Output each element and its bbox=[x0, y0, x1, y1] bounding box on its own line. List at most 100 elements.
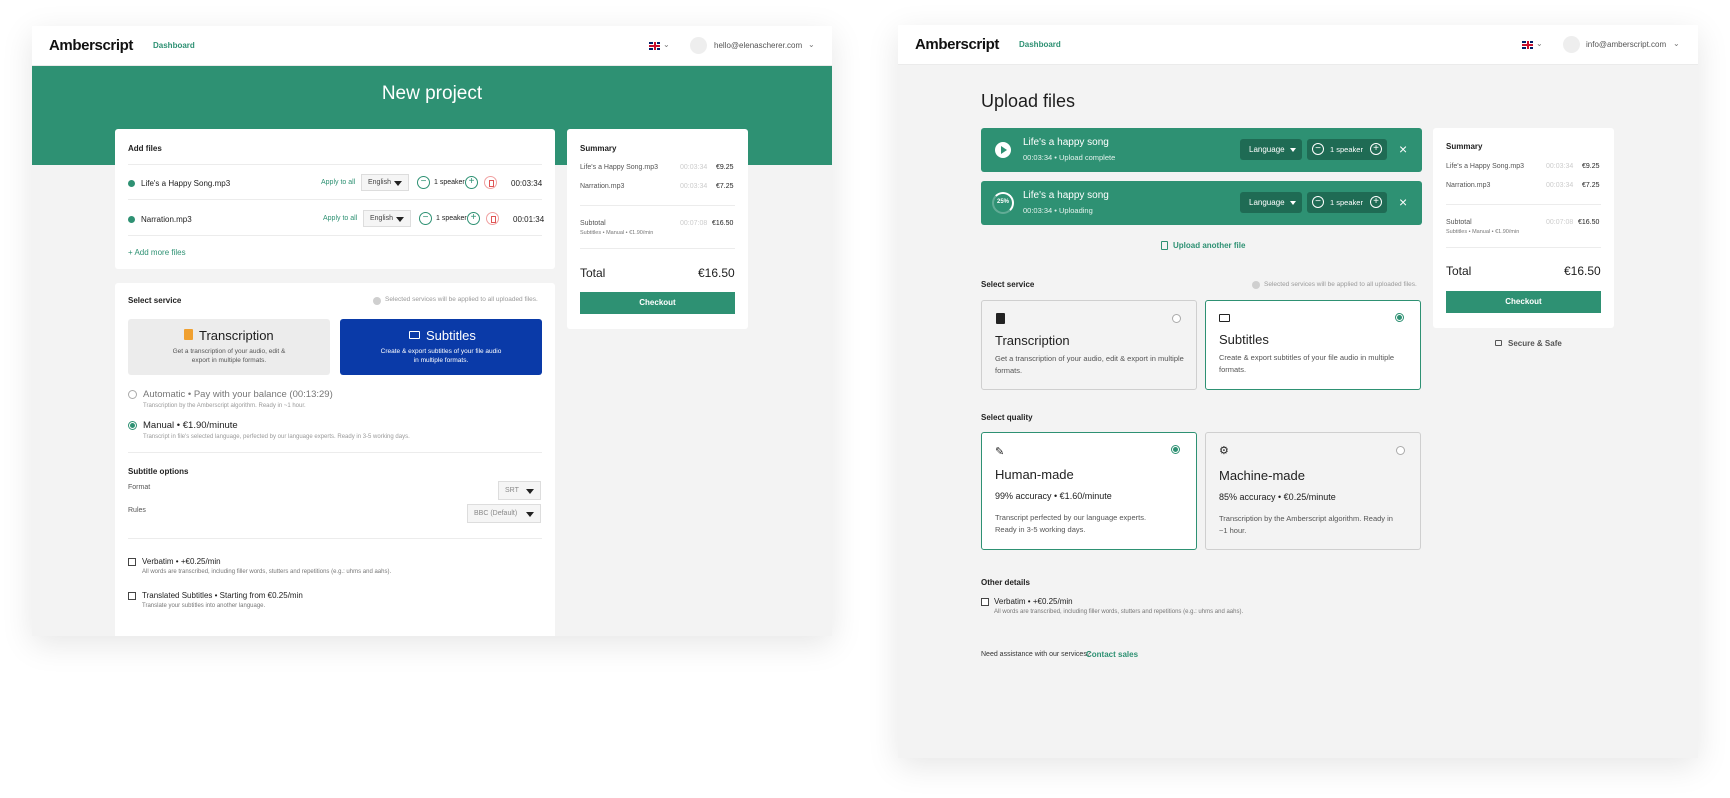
pen-icon: ✎ bbox=[995, 446, 1005, 458]
subtitles-option[interactable]: Subtitles Create & export subtitles of y… bbox=[340, 319, 542, 375]
new-project-screen: Amberscript Dashboard ⌄ hello@elenascher… bbox=[32, 26, 832, 636]
upload-another-link[interactable]: Upload another file bbox=[1173, 241, 1245, 250]
subtitles-radio[interactable] bbox=[1395, 313, 1404, 322]
nav-dashboard-link[interactable]: Dashboard bbox=[153, 41, 195, 50]
chevron-down-icon[interactable]: ⌄ bbox=[663, 40, 670, 49]
chevron-down-icon[interactable]: ⌄ bbox=[1536, 39, 1543, 48]
user-email[interactable]: info@amberscript.com bbox=[1586, 40, 1666, 49]
service-note: Selected services will be applied to all… bbox=[385, 296, 538, 303]
checkout-button[interactable]: Checkout bbox=[580, 292, 735, 314]
nav-dashboard-link[interactable]: Dashboard bbox=[1019, 40, 1061, 49]
plus-icon[interactable]: + bbox=[465, 176, 478, 189]
dropdown-arrow-icon bbox=[1290, 201, 1296, 205]
transcription-option[interactable]: Transcription Get a transcription of you… bbox=[128, 319, 330, 375]
minus-icon[interactable]: − bbox=[417, 176, 430, 189]
format-select[interactable]: SRT bbox=[498, 481, 541, 500]
logo: Amberscript bbox=[49, 37, 133, 54]
summary-item-price: €9.25 bbox=[716, 164, 734, 171]
trash-icon[interactable] bbox=[486, 212, 499, 225]
other-details-title: Other details bbox=[981, 578, 1030, 587]
speaker-stepper: − 1 speaker + bbox=[1307, 139, 1387, 160]
subtitles-icon bbox=[409, 331, 420, 339]
summary-title: Summary bbox=[1446, 142, 1483, 151]
manual-title: Manual • €1.90/minute bbox=[143, 420, 238, 431]
human-made-option[interactable]: ✎ Human-made 99% accuracy • €1.60/minute… bbox=[981, 432, 1197, 550]
transcription-radio[interactable] bbox=[1172, 314, 1181, 323]
upload-file-name: Life's a happy song bbox=[1023, 137, 1109, 148]
summary-item-name: Narration.mp3 bbox=[1446, 182, 1491, 189]
minus-icon[interactable]: − bbox=[1312, 143, 1324, 155]
language-select[interactable]: Language bbox=[1240, 139, 1302, 160]
transcription-title: Transcription bbox=[199, 328, 274, 343]
close-icon[interactable]: × bbox=[1399, 194, 1407, 210]
chevron-down-icon[interactable]: ⌄ bbox=[808, 40, 815, 49]
checkout-button[interactable]: Checkout bbox=[1446, 291, 1601, 313]
contact-sales-link[interactable]: Contact sales bbox=[1086, 650, 1138, 659]
play-icon[interactable] bbox=[995, 142, 1011, 158]
subtotal-duration: 00:07:08 bbox=[680, 220, 708, 227]
human-made-price: 99% accuracy • €1.60/minute bbox=[995, 491, 1112, 501]
plus-icon[interactable]: + bbox=[1370, 143, 1382, 155]
subtitles-title: Subtitles bbox=[1219, 332, 1269, 347]
verbatim-checkbox[interactable] bbox=[981, 598, 989, 606]
subtotal-price: €16.50 bbox=[712, 220, 734, 227]
upload-progress: 25% bbox=[996, 199, 1009, 205]
select-service-title: Select service bbox=[128, 296, 182, 305]
verbatim-title: Verbatim • +€0.25/min bbox=[994, 597, 1073, 606]
user-email[interactable]: hello@elenascherer.com bbox=[714, 41, 802, 50]
summary-card: Summary Life's a Happy Song.mp3 00:03:34… bbox=[1433, 128, 1614, 328]
summary-title: Summary bbox=[580, 144, 617, 153]
transcription-desc: Get a transcription of your audio, edit … bbox=[995, 354, 1184, 375]
apply-to-all-link[interactable]: Apply to all bbox=[321, 179, 355, 186]
machine-made-radio[interactable] bbox=[1396, 446, 1405, 455]
summary-item-name: Life's a Happy Song.mp3 bbox=[580, 164, 658, 171]
dropdown-arrow-icon bbox=[526, 489, 534, 494]
upload-files-screen: Amberscript Dashboard ⌄ info@amberscript… bbox=[898, 25, 1698, 758]
translated-subtitles-title: Translated Subtitles • Starting from €0.… bbox=[142, 591, 303, 600]
human-made-radio[interactable] bbox=[1171, 445, 1180, 454]
machine-made-option[interactable]: ⚙ Machine-made 85% accuracy • €0.25/minu… bbox=[1205, 432, 1421, 550]
minus-icon[interactable]: − bbox=[419, 212, 432, 225]
automatic-title: Automatic • Pay with your balance (00:13… bbox=[143, 389, 333, 400]
uk-flag-icon[interactable] bbox=[649, 42, 660, 50]
upload-file-name: Life's a happy song bbox=[1023, 190, 1109, 201]
dropdown-arrow-icon bbox=[526, 512, 534, 517]
verbatim-checkbox[interactable] bbox=[128, 558, 136, 566]
avatar[interactable] bbox=[1563, 36, 1580, 53]
subtotal-label: Subtotal bbox=[1446, 219, 1472, 226]
plus-icon[interactable]: + bbox=[1370, 196, 1382, 208]
automatic-radio[interactable] bbox=[128, 390, 137, 399]
file-icon bbox=[1161, 241, 1168, 250]
transcription-option[interactable]: Transcription Get a transcription of you… bbox=[981, 300, 1197, 390]
top-navbar: Amberscript Dashboard ⌄ hello@elenascher… bbox=[32, 26, 832, 66]
file-status-icon bbox=[128, 180, 135, 187]
subtitles-option[interactable]: Subtitles Create & export subtitles of y… bbox=[1205, 300, 1421, 390]
avatar[interactable] bbox=[690, 37, 707, 54]
subtotal-duration: 00:07:08 bbox=[1546, 219, 1574, 226]
subtitle-options-title: Subtitle options bbox=[128, 467, 189, 476]
language-select[interactable]: English bbox=[363, 210, 411, 227]
upload-file-meta: 00:03:34 • Uploading bbox=[1023, 206, 1093, 215]
uk-flag-icon[interactable] bbox=[1522, 41, 1533, 49]
manual-radio[interactable] bbox=[128, 421, 137, 430]
translated-subtitles-checkbox[interactable] bbox=[128, 592, 136, 600]
add-more-files-link[interactable]: + Add more files bbox=[128, 248, 186, 257]
close-icon[interactable]: × bbox=[1399, 141, 1407, 157]
chevron-down-icon[interactable]: ⌄ bbox=[1673, 39, 1680, 48]
dropdown-arrow-icon bbox=[396, 217, 404, 222]
summary-item-duration: 00:03:34 bbox=[680, 183, 708, 190]
apply-to-all-link[interactable]: Apply to all bbox=[323, 215, 357, 222]
rules-value: BBC (Default) bbox=[474, 510, 518, 517]
plus-icon[interactable]: + bbox=[467, 212, 480, 225]
total-label: Total bbox=[580, 266, 606, 280]
verbatim-desc: All words are transcribed, including fil… bbox=[994, 609, 1244, 615]
rules-select[interactable]: BBC (Default) bbox=[467, 504, 541, 523]
transcription-desc: Get a transcription of your audio, edit … bbox=[172, 348, 286, 355]
language-select[interactable]: Language bbox=[1240, 192, 1302, 213]
trash-icon[interactable] bbox=[484, 176, 497, 189]
summary-item-duration: 00:03:34 bbox=[680, 164, 708, 171]
language-select[interactable]: English bbox=[361, 174, 409, 191]
upload-file-meta: 00:03:34 • Upload complete bbox=[1023, 153, 1116, 162]
select-service-title: Select service bbox=[981, 280, 1035, 289]
minus-icon[interactable]: − bbox=[1312, 196, 1324, 208]
